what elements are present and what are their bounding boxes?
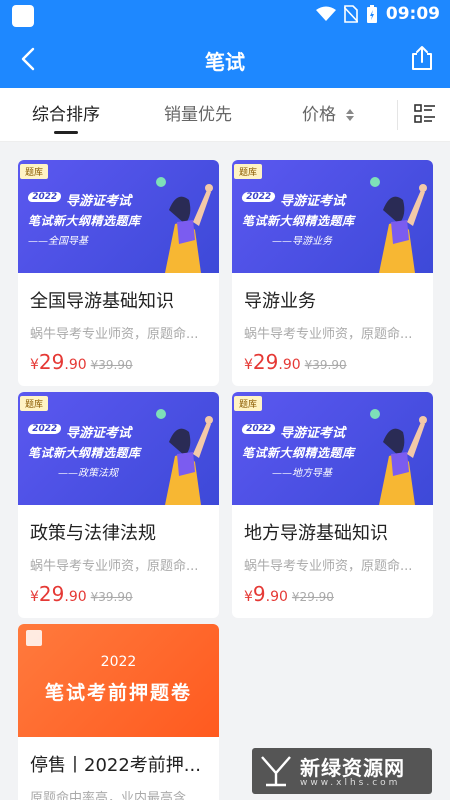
no-sim-icon — [343, 5, 358, 23]
price-decimal: .90 — [278, 357, 301, 373]
price-currency: ¥ — [30, 357, 39, 373]
price-currency: ¥ — [244, 357, 253, 373]
product-banner: 2022 笔试考前押题卷 — [18, 624, 219, 737]
price-decimal: .90 — [265, 589, 288, 605]
price-integer: 29 — [38, 582, 65, 606]
product-title: 全国导游基础知识 — [30, 291, 174, 312]
tab-divider — [397, 100, 398, 130]
tag-badge: 题库 — [20, 164, 49, 179]
watermark-url: www.xlhs.com — [300, 778, 401, 788]
price-currency: ¥ — [244, 589, 253, 605]
banner-line2: 笔试新大纲精选题库 — [242, 446, 355, 460]
product-card[interactable]: 2022 笔试考前押题卷 停售丨2022考前押... 原题命中率高，业内最高含 — [18, 624, 219, 800]
banner-line1: 导游证考试 — [66, 426, 132, 441]
price-decimal: .90 — [64, 357, 87, 373]
banner-line3: ——全国导基 — [28, 236, 88, 247]
price-integer: 9 — [252, 582, 266, 606]
wifi-icon — [315, 6, 336, 21]
clock: 09:09 — [385, 4, 440, 24]
watermark-text: 新绿资源网 — [300, 756, 405, 780]
original-price: ¥29.90 — [291, 590, 334, 604]
price-integer: 29 — [252, 350, 279, 374]
product-banner: 题库 2022 导游证考试 笔试新大纲精选题库 ——政策法规 — [18, 392, 219, 505]
watermark-logo-icon — [261, 756, 291, 787]
woman-illustration-icon — [156, 177, 213, 273]
app-notification-icon — [12, 5, 34, 27]
product-banner: 题库 2022 导游证考试 笔试新大纲精选题库 ——地方导基 — [232, 392, 433, 505]
sort-tabs: 综合排序 销量优先 价格 — [0, 88, 450, 142]
product-subtitle: 蜗牛导考专业师资，原题命... — [30, 559, 199, 574]
price-currency: ¥ — [30, 589, 39, 605]
banner-year: 2022 — [241, 192, 276, 202]
tab-price[interactable]: 价格 — [302, 88, 355, 142]
product-card[interactable]: 题库 2022 导游证考试 笔试新大纲精选题库 ——政策法规 政策与法律法规 蜗… — [18, 392, 219, 618]
banner-line1: 导游证考试 — [280, 194, 346, 209]
original-price: ¥39.90 — [90, 590, 133, 604]
share-icon[interactable] — [408, 44, 436, 72]
tab-label: 销量优先 — [164, 105, 232, 125]
price-row: ¥29.90 ¥39.90 — [232, 342, 433, 386]
product-subtitle: 蜗牛导考专业师资，原题命... — [30, 327, 199, 342]
price-row: ¥9.90 ¥29.90 — [232, 574, 433, 618]
star-badge-icon — [26, 630, 42, 646]
banner-line3: ——导游业务 — [272, 236, 332, 247]
nav-bar: 笔试 — [0, 32, 450, 88]
active-tab-indicator — [54, 131, 78, 134]
battery-charging-icon — [366, 5, 377, 23]
product-title: 停售丨2022考前押... — [30, 755, 201, 776]
banner-line2: 笔试新大纲精选题库 — [242, 214, 355, 228]
product-subtitle: 蜗牛导考专业师资，原题命... — [244, 327, 413, 342]
tag-badge: 题库 — [234, 396, 263, 411]
tag-badge: 题库 — [20, 396, 49, 411]
banner-line3: ——政策法规 — [58, 468, 118, 479]
product-title: 政策与法律法规 — [30, 523, 156, 544]
tab-sales-first[interactable]: 销量优先 — [164, 88, 232, 142]
price-integer: 29 — [38, 350, 65, 374]
site-watermark: 新绿资源网 www.xlhs.com — [252, 748, 432, 794]
product-card[interactable]: 题库 2022 导游证考试 笔试新大纲精选题库 ——地方导基 地方导游基础知识 … — [232, 392, 433, 618]
page-title: 笔试 — [205, 50, 245, 74]
product-card[interactable]: 题库 2022 导游证考试 笔试新大纲精选题库 ——全国导基 全国导游基础知识 … — [18, 160, 219, 386]
product-title: 导游业务 — [244, 291, 316, 312]
product-banner: 题库 2022 导游证考试 笔试新大纲精选题库 ——导游业务 — [232, 160, 433, 273]
sort-updown-icon — [346, 109, 355, 121]
product-subtitle: 原题命中率高，业内最高含 — [30, 791, 187, 800]
banner-title: 笔试考前押题卷 — [44, 682, 192, 704]
price-decimal: .90 — [64, 589, 87, 605]
banner-line2: 笔试新大纲精选题库 — [28, 446, 141, 460]
original-price: ¥39.90 — [90, 358, 133, 372]
original-price: ¥39.90 — [304, 358, 347, 372]
list-view-icon[interactable] — [414, 103, 436, 125]
product-title: 地方导游基础知识 — [244, 523, 388, 544]
product-card[interactable]: 题库 2022 导游证考试 笔试新大纲精选题库 ——导游业务 导游业务 蜗牛导考… — [232, 160, 433, 386]
banner-line3: ——地方导基 — [272, 468, 332, 479]
banner-year: 2022 — [27, 424, 62, 434]
banner-line2: 笔试新大纲精选题库 — [28, 214, 141, 228]
woman-illustration-icon — [370, 177, 427, 273]
banner-line1: 导游证考试 — [280, 426, 346, 441]
banner-year: 2022 — [241, 424, 276, 434]
tag-badge: 题库 — [234, 164, 263, 179]
status-bar: 09:09 — [0, 0, 450, 32]
tab-label: 综合排序 — [32, 105, 100, 125]
tab-label: 价格 — [302, 105, 336, 125]
price-row: ¥29.90 ¥39.90 — [18, 342, 219, 386]
product-banner: 题库 2022 导游证考试 笔试新大纲精选题库 ——全国导基 — [18, 160, 219, 273]
banner-year: 2022 — [27, 192, 62, 202]
woman-illustration-icon — [156, 409, 213, 505]
banner-year: 2022 — [100, 654, 137, 670]
banner-line1: 导游证考试 — [66, 194, 132, 209]
product-subtitle: 蜗牛导考专业师资，原题命... — [244, 559, 413, 574]
woman-illustration-icon — [370, 409, 427, 505]
price-row: ¥29.90 ¥39.90 — [18, 574, 219, 618]
tab-comprehensive-sort[interactable]: 综合排序 — [32, 88, 100, 142]
